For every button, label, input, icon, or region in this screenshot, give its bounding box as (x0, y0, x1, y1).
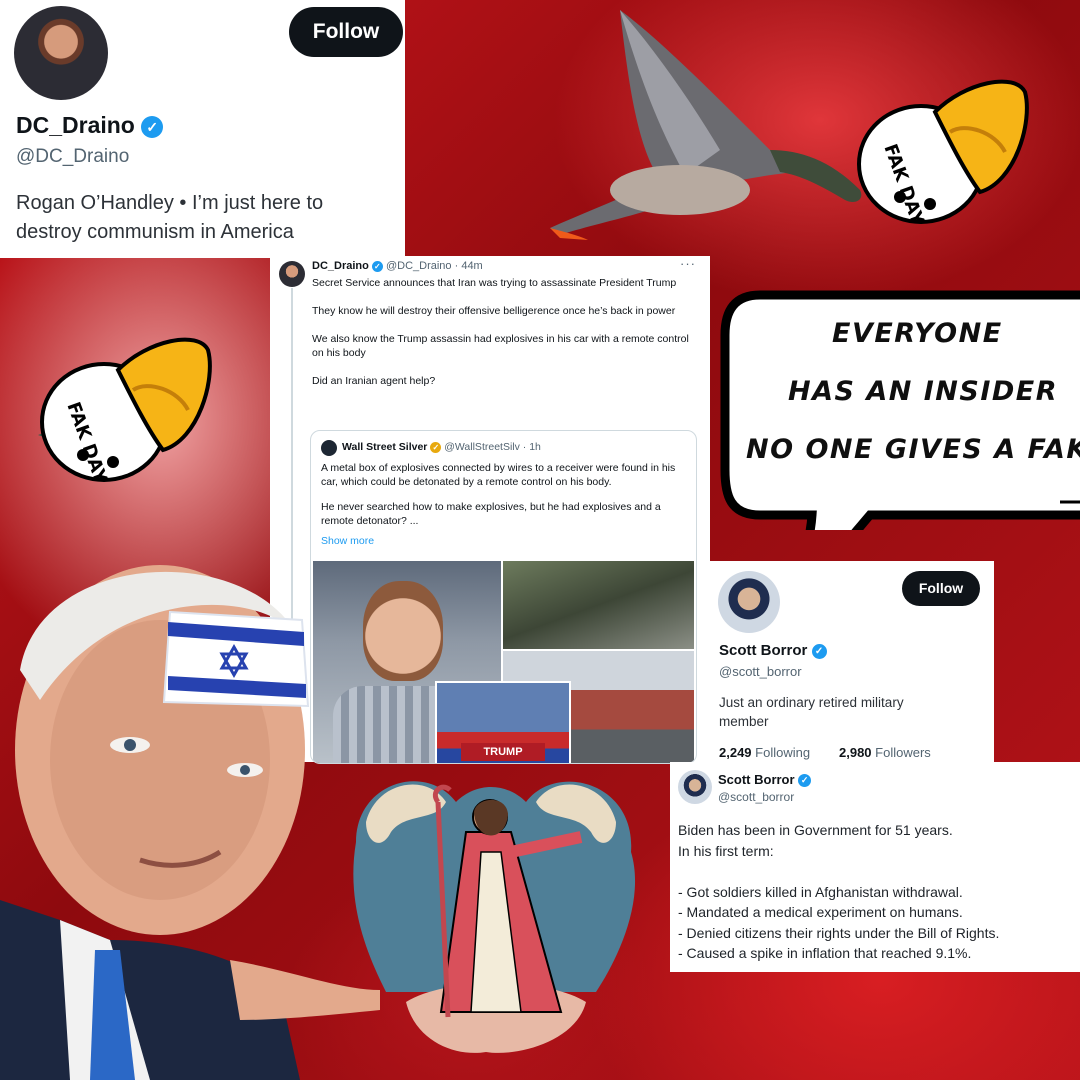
quote-paragraph: A metal box of explosives connected by w… (321, 462, 676, 488)
display-name-text: DC_Draino (16, 112, 135, 138)
tweet-line: Biden has been in Government for 51 year… (678, 822, 953, 838)
tweet-text: Biden has been in Government for 51 year… (678, 820, 1073, 964)
display-name: DC_Draino ✓ (16, 112, 164, 139)
handle[interactable]: @scott_borror (719, 664, 802, 679)
verified-badge-icon: ✓ (811, 643, 827, 659)
politician-figure (0, 565, 380, 1080)
following-count[interactable]: 2,249 Following (719, 745, 810, 760)
tweet-paragraph: We also know the Trump assassin had expl… (312, 333, 689, 359)
more-options-icon[interactable]: ··· (680, 256, 696, 271)
handle-time[interactable]: @DC_Draino · 44m (386, 260, 483, 272)
flag-sticker (162, 610, 310, 708)
followers-label: Followers (875, 745, 931, 760)
avatar[interactable] (718, 571, 780, 633)
tweet-text: Secret Service announces that Iran was t… (312, 276, 697, 402)
follow-button[interactable]: Follow (902, 571, 980, 606)
list-item: - Caused a spike in inflation that reach… (678, 945, 972, 961)
quoted-tweet-header: Wall Street Silver ✓ @WallStreetSilv · 1… (342, 441, 541, 453)
list-item: - Mandated a medical experiment on human… (678, 904, 963, 920)
handle[interactable]: @DC_Draino (16, 146, 129, 168)
avatar[interactable] (279, 261, 305, 287)
author-name[interactable]: DC_Draino (312, 260, 369, 272)
profile-card-scott-borror: Follow Scott Borror ✓ @scott_borror Just… (706, 561, 994, 764)
goose-image (550, 10, 862, 240)
avatar[interactable] (14, 6, 108, 100)
bubble-line-2: HAS AN INSIDER (788, 376, 1059, 407)
display-name: Scott Borror ✓ (718, 772, 812, 788)
profile-card-dc-draino: Follow DC_Draino ✓ @DC_Draino Rogan O’Ha… (0, 0, 405, 258)
tweet-paragraph: Did an Iranian agent help? (312, 375, 436, 387)
list-item: - Got soldiers killed in Afghanistan wit… (678, 883, 963, 900)
display-name-text: Scott Borror (719, 642, 808, 659)
following-number: 2,249 (719, 745, 752, 760)
moses-illustration (353, 781, 636, 1053)
bubble-line-1: EVERYONE (832, 318, 1003, 349)
tweet-paragraph: They know he will destroy their offensiv… (312, 305, 676, 317)
list-item: - Denied citizens their rights under the… (678, 924, 1000, 941)
tweet-paragraph: Secret Service announces that Iran was t… (312, 277, 677, 289)
display-name: Scott Borror ✓ (719, 642, 827, 659)
followers-number: 2,980 (839, 745, 872, 760)
bubble-line-3: NO ONE GIVES A FAK (746, 434, 1080, 465)
follow-button[interactable]: Follow (289, 7, 403, 57)
verified-badge-icon: ✓ (141, 115, 164, 138)
photo-sign[interactable] (503, 561, 694, 649)
avatar[interactable] (321, 440, 337, 456)
followers-count[interactable]: 2,980 Followers (839, 745, 931, 760)
author-name[interactable]: Wall Street Silver (342, 441, 427, 453)
bio: Just an ordinary retired military member (719, 695, 904, 729)
verified-badge-icon: ✓ (430, 441, 442, 453)
avatar[interactable] (678, 770, 712, 804)
following-label: Following (755, 745, 811, 760)
display-name-text[interactable]: Scott Borror (718, 772, 795, 787)
verified-badge-icon: ✓ (371, 260, 383, 272)
duck-badge-icon: FAK DAY (857, 79, 1029, 229)
handle-time[interactable]: @WallStreetSilv · 1h (444, 441, 541, 453)
duck-badge-icon: FAK DAY (38, 337, 212, 487)
tweet-line: In his first term: (678, 842, 774, 859)
rally-sign: TRUMP (461, 743, 545, 761)
bio: Rogan O’Handley • I’m just here to destr… (16, 192, 324, 243)
verified-badge-icon: ✓ (798, 774, 812, 788)
tweet-scott-borror: Scott Borror ✓ @scott_borror Biden has b… (670, 762, 1080, 972)
tweet-header: DC_Draino ✓ @DC_Draino · 44m (312, 260, 483, 272)
handle[interactable]: @scott_borror (718, 790, 794, 804)
